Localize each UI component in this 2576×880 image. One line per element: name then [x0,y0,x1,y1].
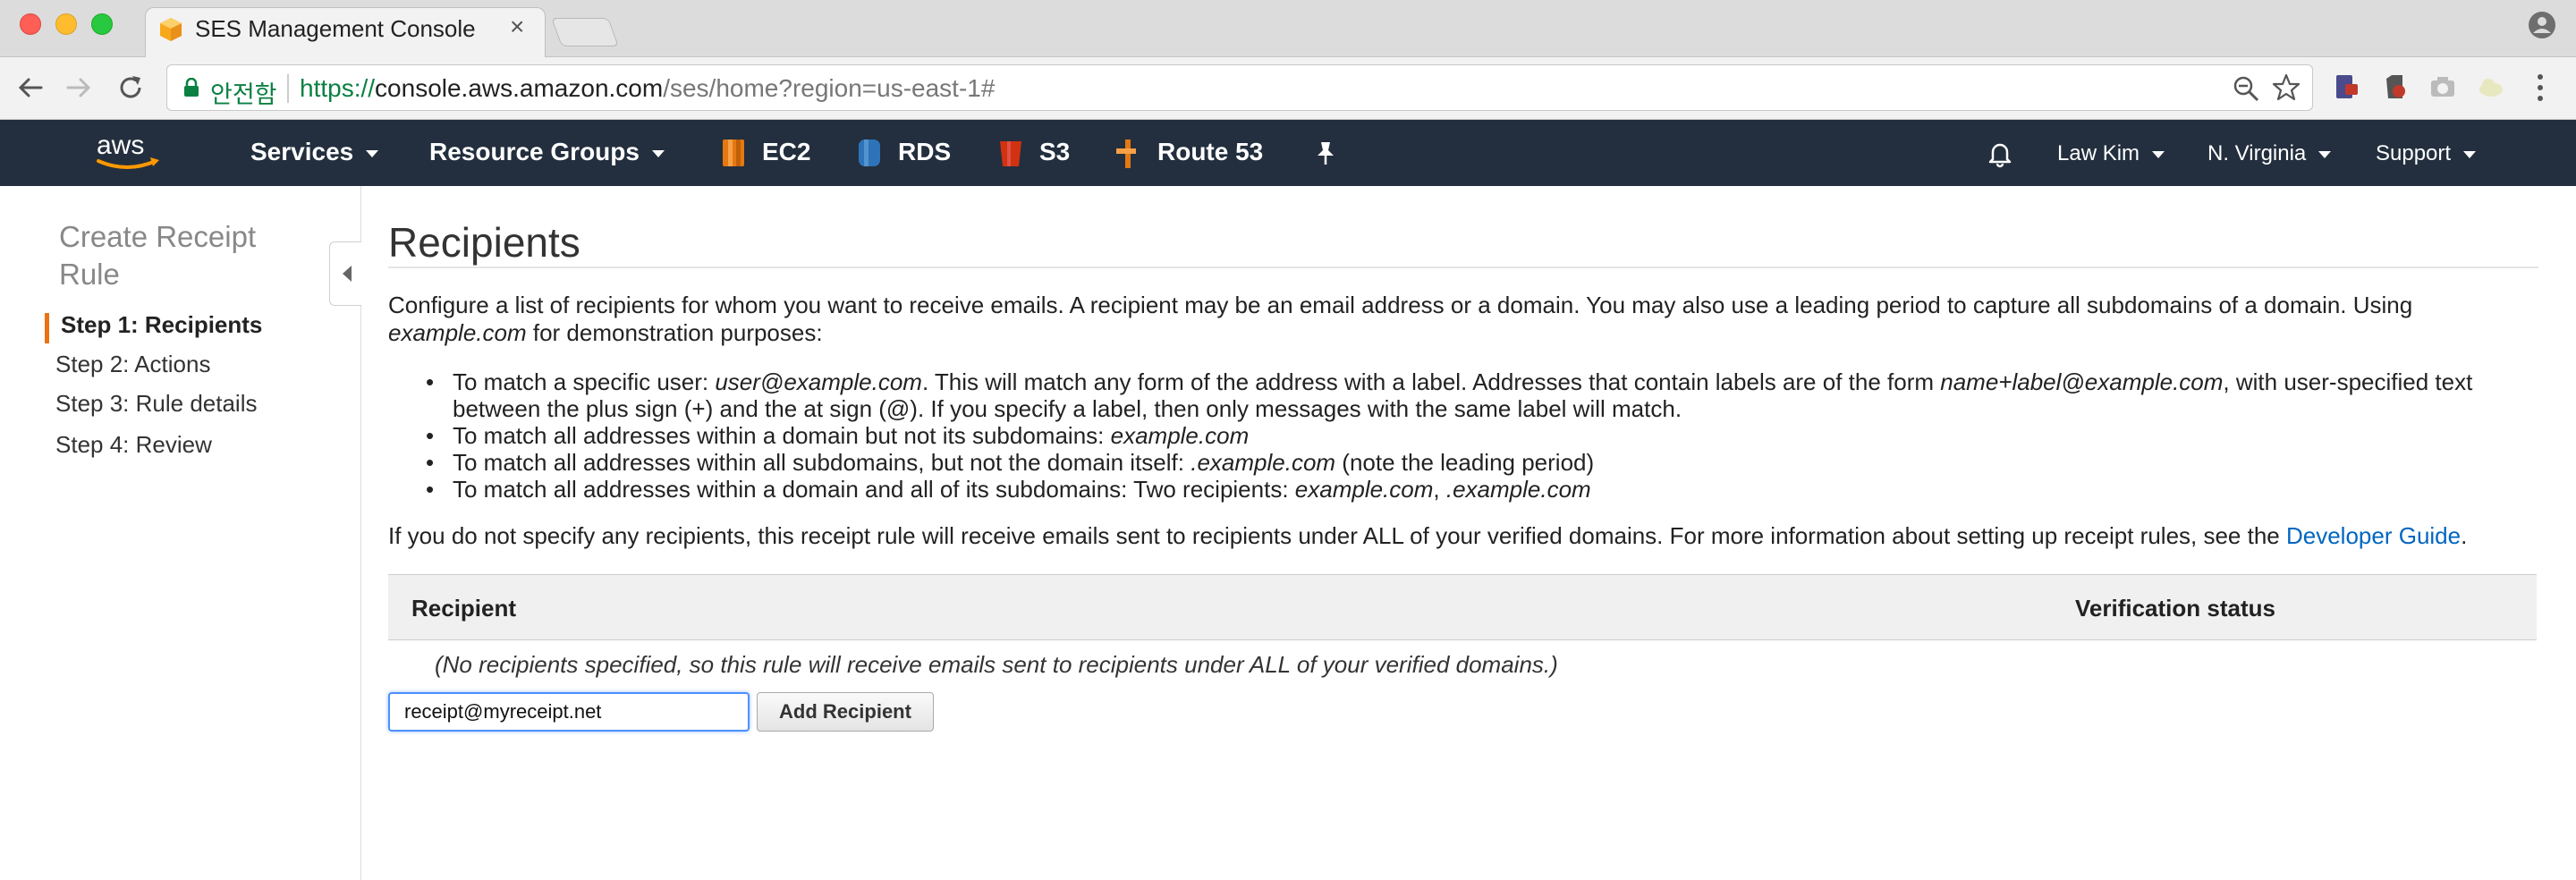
profile-icon[interactable] [2528,11,2556,39]
list-item: To match a specific user: user@example.c… [426,368,2546,422]
wizard-title: Create Receipt Rule [59,220,257,291]
rds-icon [859,140,880,166]
column-header-verification-status: Verification status [2075,595,2275,622]
omnibox-divider [287,74,289,103]
add-recipient-button[interactable]: Add Recipient [757,692,934,732]
pin-icon[interactable] [1313,140,1338,166]
bullet-example: example.com [1294,476,1434,503]
services-label: Services [250,138,354,165]
bullet-text: To match a specific user: [453,368,716,395]
chevron-down-icon [366,149,379,157]
s3-icon [1000,141,1021,166]
close-window-button[interactable] [20,13,41,35]
chevron-down-icon [2463,150,2477,158]
url-path: /ses/home?region=us-east-1# [663,74,996,102]
extension-icon[interactable] [2331,72,2361,102]
bookmark-star-icon[interactable] [2271,72,2301,103]
bullet-example: user@example.com [715,368,922,395]
bullet-example: .example.com [1191,449,1336,476]
browser-tab-bar: SES Management Console × [0,0,2576,59]
new-tab-button[interactable] [551,18,619,47]
sidebar-item-step-1[interactable]: Step 1: Recipients [61,311,262,339]
reload-icon[interactable] [114,72,147,104]
intro-tail: for demonstration purposes: [526,319,823,346]
region-menu[interactable]: N. Virginia [2207,141,2332,166]
empty-recipients-message: (No recipients specified, so this rule w… [435,651,1558,678]
url-text[interactable]: https://console.aws.amazon.com/ses/home?… [300,74,995,103]
chevron-down-icon [2318,150,2332,158]
developer-guide-link[interactable]: Developer Guide [2286,522,2461,549]
footnote-text: If you do not specify any recipients, th… [388,522,2286,549]
shortcut-rds[interactable]: RDS [898,138,951,166]
aws-top-nav: aws Services Resource Groups EC2 RDS S3 … [0,120,2576,186]
bullet-example: example.com [1110,422,1250,449]
bell-icon[interactable] [1986,140,2014,168]
support-label: Support [2376,141,2452,165]
browser-menu-icon[interactable] [2533,70,2547,106]
browser-toolbar: 안전함 https://console.aws.amazon.com/ses/h… [0,57,2576,120]
support-menu[interactable]: Support [2376,141,2477,166]
shortcut-ec2[interactable]: EC2 [762,138,810,166]
fullscreen-window-button[interactable] [91,13,113,35]
sidebar-item-step-3[interactable]: Step 3: Rule details [55,390,257,418]
collapse-sidebar-button[interactable] [329,241,361,306]
active-step-indicator [45,313,49,343]
list-item: To match all addresses within a domain a… [426,476,2546,503]
aws-cube-favicon-icon [160,18,182,41]
footnote-paragraph: If you do not specify any recipients, th… [388,522,2538,550]
intro-example: example.com [388,319,527,346]
intro-text: Configure a list of recipients for whom … [388,292,2413,318]
recipients-table-header: Recipient Verification status [388,574,2537,640]
sidebar-item-step-2[interactable]: Step 2: Actions [55,351,210,378]
ec2-icon [723,140,744,166]
tab-title: SES Management Console [195,15,476,42]
chevron-down-icon [2152,150,2165,158]
resource-groups-label: Resource Groups [429,138,640,165]
column-header-recipient: Recipient [411,595,517,622]
sidebar-item-step-4[interactable]: Step 4: Review [55,431,212,459]
bullet-text: To match all addresses within all subdom… [453,449,1191,476]
zoom-icon[interactable] [2232,74,2260,103]
page-title: Recipients [388,219,580,266]
lock-icon [184,78,199,97]
shortcut-route53[interactable]: Route 53 [1157,138,1263,166]
forward-arrow-icon[interactable] [63,72,95,104]
cloud-extension-icon[interactable] [2476,72,2506,102]
back-arrow-icon[interactable] [14,72,47,104]
region-name: N. Virginia [2207,141,2307,165]
aws-logo-text: aws [97,131,144,160]
footnote-end: . [2461,522,2468,549]
wizard-sidebar: Create Receipt Rule Step 1: Recipients S… [0,186,361,880]
bullet-example: .example.com [1445,476,1591,503]
bullet-text: To match all addresses within a domain b… [453,422,1111,449]
minimize-window-button[interactable] [55,13,77,35]
intro-paragraph: Configure a list of recipients for whom … [388,292,2538,347]
evernote-extension-icon[interactable] [2379,72,2410,102]
bullet-text: . This will match any form of the addres… [921,368,1941,395]
route53-icon [1116,140,1136,168]
title-divider [388,267,2538,268]
shortcut-s3[interactable]: S3 [1039,138,1070,166]
chevron-left-icon [343,266,352,282]
chevron-down-icon [651,149,665,157]
bullet-text: , [1433,476,1446,503]
resource-groups-menu[interactable]: Resource Groups [429,138,665,166]
bullet-example: name+label@example.com [1940,368,2224,395]
camera-extension-icon[interactable] [2428,72,2458,102]
aws-logo[interactable]: aws [93,129,165,175]
bullet-text: To match all addresses within a domain a… [453,476,1295,503]
matching-rules-list: To match a specific user: user@example.c… [426,368,2546,503]
address-bar[interactable]: 안전함 https://console.aws.amazon.com/ses/h… [166,64,2313,111]
list-item: To match all addresses within all subdom… [426,449,2546,476]
secure-label: 안전함 [210,81,277,108]
recipient-input[interactable] [388,692,750,732]
user-menu[interactable]: Law Kim [2057,141,2165,166]
user-name: Law Kim [2057,141,2140,165]
url-protocol: https:// [300,74,376,102]
services-menu[interactable]: Services [250,138,379,166]
tab-close-icon[interactable]: × [510,13,524,41]
bullet-text: (note the leading period) [1335,449,1595,476]
url-host: console.aws.amazon.com [375,74,664,102]
list-item: To match all addresses within a domain b… [426,422,2546,449]
